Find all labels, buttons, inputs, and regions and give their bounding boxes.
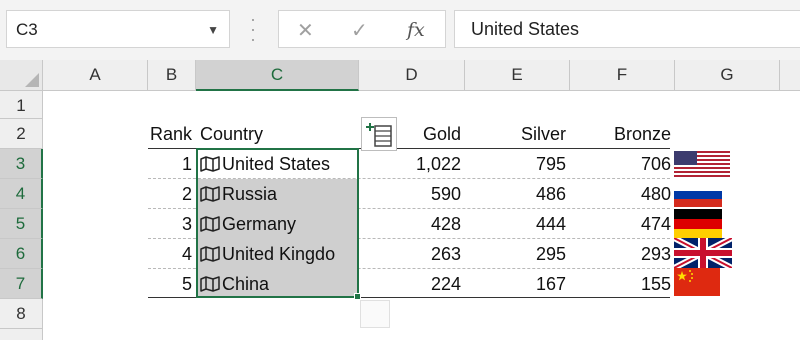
cell-silver[interactable]: 795 bbox=[465, 149, 570, 179]
header-bronze[interactable]: Bronze bbox=[570, 118, 675, 148]
cell-gold[interactable]: 1,022 bbox=[359, 149, 465, 179]
cancel-icon[interactable]: ✕ bbox=[297, 18, 314, 43]
cell-bronze[interactable]: 293 bbox=[570, 239, 675, 269]
chevron-down-icon[interactable]: ▼ bbox=[207, 23, 219, 37]
insert-data-icon bbox=[366, 123, 392, 147]
row-header-3[interactable]: 3 bbox=[0, 149, 43, 179]
fill-handle[interactable] bbox=[354, 293, 361, 300]
more-options-icon[interactable]: · · · bbox=[250, 10, 256, 48]
column-header-f[interactable]: F bbox=[570, 60, 675, 91]
cell-gold[interactable]: 224 bbox=[359, 269, 465, 299]
flag-usa-image[interactable] bbox=[674, 151, 730, 177]
column-header-g[interactable]: G bbox=[675, 60, 780, 91]
row-header-9[interactable] bbox=[0, 329, 43, 340]
row-header-2[interactable]: 2 bbox=[0, 119, 43, 149]
cell-rank[interactable]: 2 bbox=[148, 179, 196, 209]
cell-bronze[interactable]: 474 bbox=[570, 209, 675, 239]
column-header-next[interactable] bbox=[780, 60, 800, 91]
name-box[interactable]: C3 ▼ bbox=[6, 10, 230, 48]
cell-bronze[interactable]: 706 bbox=[570, 149, 675, 179]
flag-uk-image[interactable] bbox=[674, 238, 732, 268]
header-rank[interactable]: Rank bbox=[150, 118, 198, 148]
cell-gold[interactable]: 263 bbox=[359, 239, 465, 269]
row-header-8[interactable]: 8 bbox=[0, 299, 43, 329]
formula-input-value: United States bbox=[471, 19, 580, 39]
quick-analysis-icon[interactable] bbox=[360, 300, 390, 328]
flag-russia-image[interactable] bbox=[674, 183, 722, 207]
cell-bronze[interactable]: 155 bbox=[570, 269, 675, 299]
enter-check-icon[interactable]: ✓ bbox=[351, 18, 368, 43]
cell-silver[interactable]: 486 bbox=[465, 179, 570, 209]
insert-data-button[interactable] bbox=[361, 117, 397, 151]
cell-silver[interactable]: 167 bbox=[465, 269, 570, 299]
column-header-c[interactable]: C bbox=[196, 60, 359, 91]
row-header-5[interactable]: 5 bbox=[0, 209, 43, 239]
cell-gold[interactable]: 428 bbox=[359, 209, 465, 239]
name-box-value: C3 bbox=[16, 20, 38, 39]
cell-rank[interactable]: 4 bbox=[148, 239, 196, 269]
insert-function-icon[interactable]: fx bbox=[407, 19, 425, 41]
formula-bar: C3 ▼ · · · ✕ ✓ fx United States bbox=[0, 0, 800, 60]
column-header-a[interactable]: A bbox=[43, 60, 148, 91]
header-country[interactable]: Country bbox=[200, 118, 360, 148]
cell-silver[interactable]: 295 bbox=[465, 239, 570, 269]
flag-germany-image[interactable] bbox=[674, 209, 722, 238]
cell-rank[interactable]: 5 bbox=[148, 269, 196, 299]
header-silver[interactable]: Silver bbox=[465, 118, 570, 148]
row-header-7[interactable]: 7 bbox=[0, 269, 43, 299]
select-all-button[interactable] bbox=[0, 60, 43, 91]
column-header-b[interactable]: B bbox=[148, 60, 196, 91]
formula-input[interactable]: United States bbox=[454, 10, 800, 48]
row-header-1[interactable]: 1 bbox=[0, 91, 43, 119]
row-header-6[interactable]: 6 bbox=[0, 239, 43, 269]
cell-gold[interactable]: 590 bbox=[359, 179, 465, 209]
cell-silver[interactable]: 444 bbox=[465, 209, 570, 239]
row-header-4[interactable]: 4 bbox=[0, 179, 43, 209]
formula-buttons: ✕ ✓ fx bbox=[278, 10, 446, 48]
column-header-e[interactable]: E bbox=[465, 60, 570, 91]
cell-rank[interactable]: 3 bbox=[148, 209, 196, 239]
cell-rank[interactable]: 1 bbox=[148, 149, 196, 179]
selection-outline bbox=[196, 148, 359, 298]
flag-china-image[interactable] bbox=[674, 268, 720, 296]
column-header-d[interactable]: D bbox=[359, 60, 465, 91]
cell-bronze[interactable]: 480 bbox=[570, 179, 675, 209]
